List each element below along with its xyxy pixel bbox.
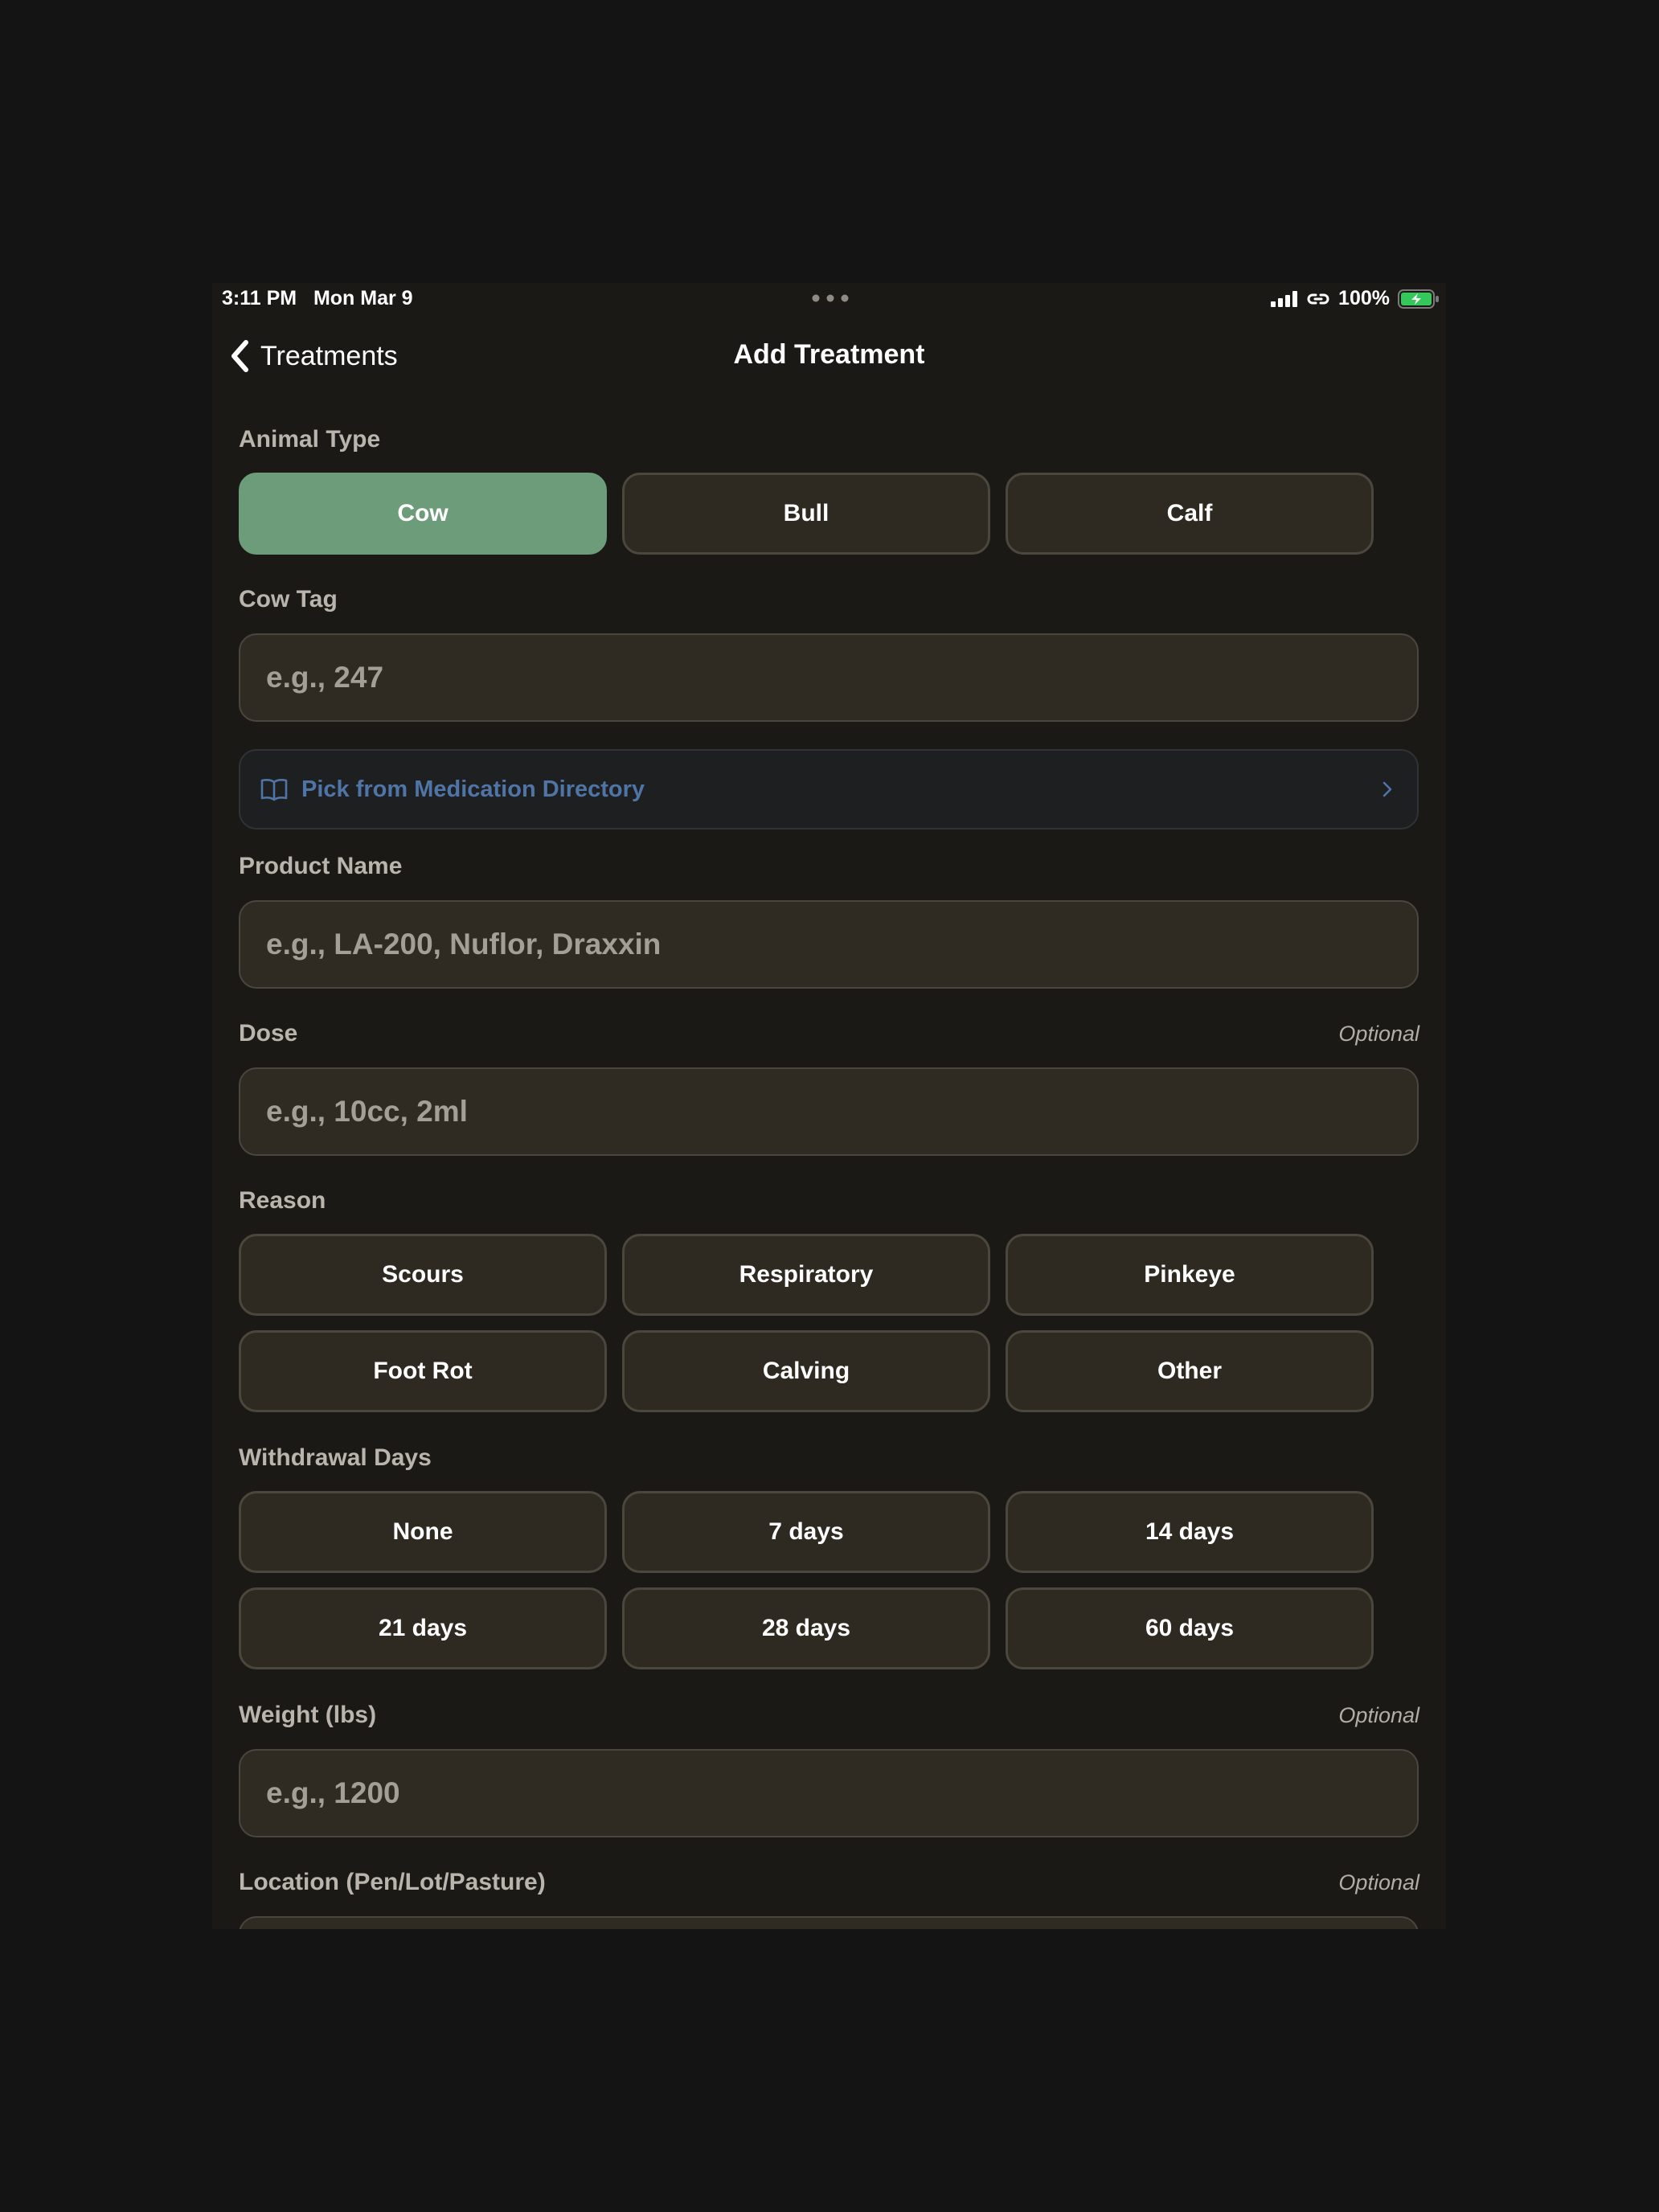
reason-calving-chip[interactable]: Calving xyxy=(622,1330,990,1412)
book-open-icon xyxy=(260,779,288,801)
animal-type-calf-chip[interactable]: Calf xyxy=(1006,473,1374,555)
reason-foot-rot-chip[interactable]: Foot Rot xyxy=(239,1330,607,1412)
product-name-label: Product Name xyxy=(239,853,403,879)
withdrawal-60-days-chip[interactable]: 60 days xyxy=(1006,1587,1374,1669)
status-bar: 3:11 PM Mon Mar 9 100% xyxy=(212,283,1446,315)
animal-type-cow-chip[interactable]: Cow xyxy=(239,473,607,555)
location-optional-label: Optional xyxy=(1338,1870,1419,1895)
withdrawal-days-label: Withdrawal Days xyxy=(239,1444,432,1471)
reason-label: Reason xyxy=(239,1187,326,1214)
reason-other-chip[interactable]: Other xyxy=(1006,1330,1374,1412)
personal-hotspot-icon xyxy=(1307,293,1329,304)
app-screen: 3:11 PM Mon Mar 9 100% Treatments Add Tr… xyxy=(212,283,1446,1929)
weight-optional-label: Optional xyxy=(1338,1703,1419,1727)
dose-input[interactable] xyxy=(239,1067,1419,1156)
page-title: Add Treatment xyxy=(733,339,925,370)
weight-input[interactable] xyxy=(239,1749,1419,1837)
withdrawal-7-days-chip[interactable]: 7 days xyxy=(622,1491,990,1573)
dose-label: Dose xyxy=(239,1020,298,1047)
animal-type-label: Animal Type xyxy=(239,426,381,453)
status-time: 3:11 PM Mon Mar 9 xyxy=(222,287,413,309)
cow-tag-input[interactable] xyxy=(239,633,1419,722)
medication-directory-button[interactable]: Pick from Medication Directory xyxy=(239,749,1419,830)
battery-charging-icon xyxy=(1398,289,1439,309)
cellular-signal-icon xyxy=(1271,290,1298,307)
reason-pinkeye-chip[interactable]: Pinkeye xyxy=(1006,1234,1374,1316)
product-name-input[interactable] xyxy=(239,900,1419,989)
reason-scours-chip[interactable]: Scours xyxy=(239,1234,607,1316)
multitasking-dots-icon[interactable] xyxy=(812,294,849,302)
medication-directory-label: Pick from Medication Directory xyxy=(301,776,645,802)
location-input[interactable] xyxy=(239,1916,1419,1929)
withdrawal-21-days-chip[interactable]: 21 days xyxy=(239,1587,607,1669)
chevron-right-icon xyxy=(1382,781,1392,797)
battery-percent: 100% xyxy=(1338,287,1390,309)
withdrawal-none-chip[interactable]: None xyxy=(239,1491,607,1573)
animal-type-bull-chip[interactable]: Bull xyxy=(622,473,990,555)
withdrawal-28-days-chip[interactable]: 28 days xyxy=(622,1587,990,1669)
cow-tag-label: Cow Tag xyxy=(239,586,338,612)
weight-label: Weight (lbs) xyxy=(239,1702,377,1728)
status-indicators: 100% xyxy=(1271,287,1440,310)
dose-optional-label: Optional xyxy=(1338,1022,1419,1046)
reason-respiratory-chip[interactable]: Respiratory xyxy=(622,1234,990,1316)
location-label: Location (Pen/Lot/Pasture) xyxy=(239,1869,546,1895)
withdrawal-14-days-chip[interactable]: 14 days xyxy=(1006,1491,1374,1573)
